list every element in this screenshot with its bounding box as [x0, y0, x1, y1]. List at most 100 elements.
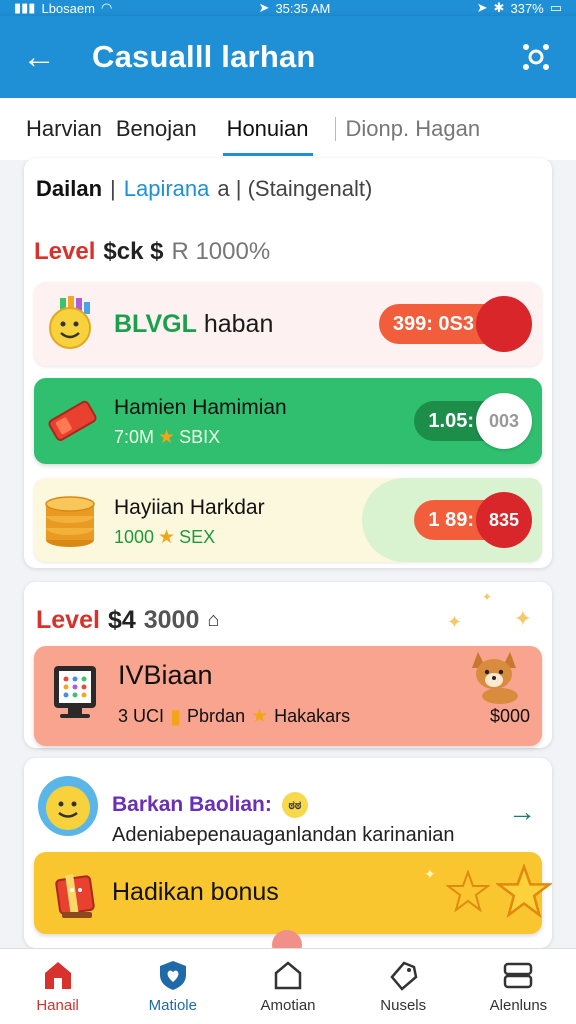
- mention-title: Barkan Baolian: ಠಠ: [112, 792, 308, 818]
- promo-subtitle: 3 UCI ▮ Pbrdan ★ Hakakars: [118, 704, 350, 729]
- reward-value: 1.05:: [428, 409, 474, 432]
- promo-sub-mid: Pbrdan: [187, 706, 246, 726]
- page-title: Casualll larhan: [92, 39, 316, 74]
- tab-honuian[interactable]: Honuian: [222, 98, 313, 160]
- reward-row[interactable]: Hamien Hamimian 7:0M ★ SBIX 1.05: 003: [34, 378, 542, 464]
- tab-divider: [334, 117, 336, 141]
- level-percent: R 1000%: [171, 238, 271, 265]
- nav-amotian[interactable]: Amotian: [230, 949, 345, 1024]
- level-header-2: Level $4 3000 ⌂: [36, 606, 219, 635]
- reward-subtitle: 1000 ★ SEX: [114, 526, 215, 549]
- bonus-title: Hadikan bonus: [112, 878, 279, 906]
- reward-value-pill[interactable]: 1.05: 003: [414, 393, 532, 449]
- tab-dionp-hagan[interactable]: Dionp. Hagan: [346, 98, 481, 160]
- mention-subtitle: Adeniabepenauaganlandan karinanian: [112, 824, 455, 846]
- nav-label: Matiole: [148, 997, 197, 1014]
- battery-percent: 337%: [510, 0, 544, 16]
- filter-dailan[interactable]: Dailan: [36, 176, 102, 202]
- reward-badge: 003: [476, 393, 532, 449]
- home-icon: [44, 962, 71, 989]
- nav-alenluns[interactable]: Alenluns: [461, 949, 576, 1024]
- promo-banner[interactable]: IVBiaan 3 UCI ▮ Pbrdan ★ Hakakars $000: [34, 646, 542, 746]
- star-icon: ★: [158, 427, 176, 448]
- carrier-label: Lbosaem: [41, 0, 95, 16]
- bluetooth-icon: ✱: [493, 0, 505, 15]
- reward-value: 399: 0S3: [392, 312, 474, 335]
- bottom-nav: Hanail Matiole Amotian Nusels Alenluns: [0, 948, 576, 1024]
- level-count: $ck $: [103, 238, 164, 265]
- level-count: $4: [107, 606, 136, 634]
- filter-separator: |: [110, 176, 116, 201]
- reward-subtitle: 7:0M ★ SBIX: [114, 426, 220, 449]
- location-icon-right: ➤: [476, 0, 488, 15]
- house-icon: ⌂: [207, 609, 220, 631]
- level-label: Level: [36, 606, 100, 634]
- cup-icon: ▮: [170, 706, 182, 728]
- reward-value-pill[interactable]: 1 89: 835: [414, 492, 532, 548]
- star-icon: [494, 862, 554, 925]
- back-arrow-icon[interactable]: ←: [22, 40, 72, 74]
- level-header: Level $ck $ R 1000%: [34, 238, 270, 266]
- star-icon: ★: [158, 527, 176, 548]
- tag-icon: [390, 961, 418, 991]
- wallet-icon: [504, 962, 533, 989]
- gift-box-icon: [52, 866, 102, 922]
- wifi-icon: ◠: [100, 0, 113, 15]
- promo-sub-right: Hakakars: [274, 706, 351, 726]
- nav-label: Alenluns: [489, 997, 548, 1014]
- status-time: 35:35 AM: [275, 0, 331, 16]
- nav-label: Hanail: [36, 997, 79, 1014]
- reward-value: 1 89:: [428, 508, 474, 531]
- battery-icon: ▭: [549, 0, 562, 15]
- mention-row[interactable]: Barkan Baolian: ಠಠ Adeniabepenauaganland…: [34, 772, 542, 850]
- tab-bar: Harvian Benojan Honuian Dionp. Hagan: [0, 98, 576, 160]
- coin-stack-icon: [44, 490, 100, 547]
- ticket-icon: [44, 392, 100, 448]
- sparkle-icon: ✦: [481, 590, 492, 604]
- emoji-icon: ಠಠ: [281, 792, 308, 818]
- reward-badge: 835: [476, 492, 532, 548]
- mention-name: Barkan Baolian:: [112, 793, 272, 816]
- reward-sub-left: 7:0M: [114, 427, 155, 447]
- reward-title: Hamien Hamimian: [114, 396, 287, 419]
- avatar: [36, 774, 100, 838]
- reward-badge: [476, 296, 532, 352]
- status-bar: ▮▮▮ Lbosaem ◠ ➤ 35:35 AM ➤ ✱ 337% ▭: [0, 0, 576, 16]
- filter-lapirana[interactable]: Lapirana: [124, 176, 210, 202]
- filter-staingenalt[interactable]: a | (Staingenalt): [217, 176, 372, 202]
- tab-benojan[interactable]: Benojan: [116, 98, 197, 160]
- nav-nusels[interactable]: Nusels: [346, 949, 461, 1024]
- bonus-banner[interactable]: Hadikan bonus ✦: [34, 852, 554, 934]
- reward-row[interactable]: BLVGL haban 399: 0S3: [34, 282, 542, 366]
- level-promo-card: Level $4 3000 ⌂ ✦ ✦ ✦ IVBiaan 3 UCI ▮ Pb…: [24, 582, 552, 748]
- app-bar: ← Casualll larhan: [0, 16, 576, 98]
- arrow-right-icon[interactable]: →: [508, 796, 536, 828]
- nav-label: Amotian: [260, 997, 316, 1014]
- level-label: Level: [34, 238, 96, 265]
- reward-sub-right: SBIX: [179, 427, 221, 447]
- mention-bonus-card: Barkan Baolian: ಠಠ Adeniabepenauaganland…: [24, 758, 554, 948]
- filter-row: Dailan | Lapirana a | (Staingenalt): [36, 176, 372, 202]
- reward-title-text: haban: [203, 310, 274, 338]
- promo-value: $000: [489, 706, 530, 726]
- reward-title: Hayiian Harkdar: [114, 496, 265, 519]
- nav-hanail[interactable]: Hanail: [0, 949, 115, 1024]
- reward-sub-right: SEX: [179, 527, 216, 547]
- reward-row[interactable]: Hayiian Harkdar 1000 ★ SEX 1 89: 835: [34, 478, 542, 562]
- fox-pet-icon: [464, 644, 524, 704]
- reward-value-pill[interactable]: 399: 0S3: [378, 296, 532, 352]
- nav-matiole[interactable]: Matiole: [115, 949, 230, 1024]
- level-number: 3000: [143, 606, 200, 634]
- smiley-crown-icon: [44, 296, 100, 352]
- sparkle-icon: ✦: [446, 612, 462, 632]
- promo-title: IVBiaan: [118, 660, 213, 690]
- location-icon: ➤: [258, 0, 270, 15]
- scan-icon[interactable]: [518, 39, 554, 75]
- nav-label: Nusels: [380, 997, 427, 1014]
- reward-title-green: BLVGL: [114, 310, 197, 338]
- sparkle-icon: ✦: [513, 606, 532, 631]
- reward-sub-left: 1000: [114, 527, 155, 547]
- tab-harvian[interactable]: Harvian: [26, 98, 102, 160]
- tablet-icon: [50, 662, 100, 722]
- house-outline-icon: [274, 961, 302, 990]
